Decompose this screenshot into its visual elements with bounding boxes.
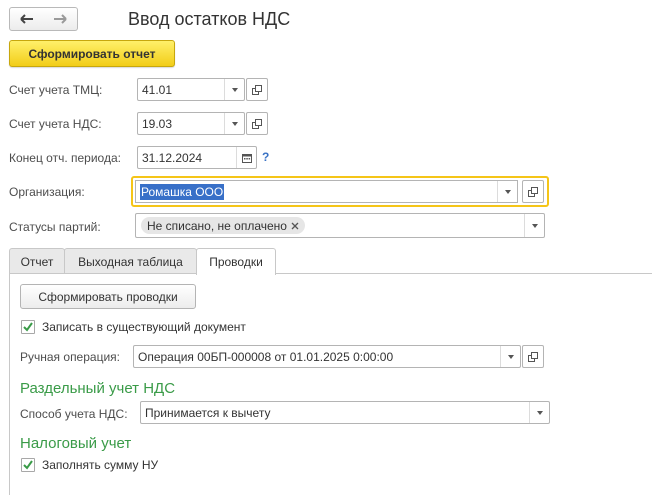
organization-label: Организация: bbox=[9, 185, 85, 199]
vat-account-label: Счет учета НДС: bbox=[9, 117, 102, 131]
period-end-value: 31.12.2024 bbox=[142, 151, 203, 165]
tab-output-table[interactable]: Выходная таблица bbox=[64, 248, 197, 274]
tmc-account-label: Счет учета ТМЦ: bbox=[9, 83, 103, 97]
chevron-down-icon bbox=[231, 87, 238, 92]
vat-account-value: 19.03 bbox=[142, 117, 173, 131]
arrow-right-icon bbox=[54, 14, 67, 24]
open-window-icon bbox=[528, 186, 538, 197]
write-existing-checkbox[interactable] bbox=[21, 320, 35, 334]
dropdown-button[interactable] bbox=[524, 214, 544, 237]
vat-account-field[interactable]: 19.03 bbox=[137, 112, 245, 135]
organization-field-focus[interactable]: Ромашка ООО bbox=[131, 176, 549, 207]
dropdown-button[interactable] bbox=[224, 113, 244, 134]
help-icon[interactable]: ? bbox=[262, 150, 269, 164]
back-button[interactable] bbox=[9, 7, 44, 31]
dropdown-button[interactable] bbox=[500, 346, 520, 367]
period-end-label: Конец отч. периода: bbox=[9, 151, 121, 165]
page-title: Ввод остатков НДС bbox=[128, 9, 291, 29]
period-end-field[interactable]: 31.12.2024 bbox=[137, 146, 257, 169]
open-window-icon bbox=[252, 84, 262, 95]
calendar-icon bbox=[241, 153, 252, 163]
chevron-down-icon bbox=[504, 189, 511, 194]
vat-method-label: Способ учета НДС: bbox=[20, 407, 128, 421]
party-statuses-field[interactable]: Не списано, не оплачено bbox=[135, 213, 545, 238]
dropdown-button[interactable] bbox=[497, 181, 517, 202]
checkmark-icon bbox=[23, 322, 33, 332]
dropdown-button[interactable] bbox=[529, 402, 549, 423]
open-window-icon bbox=[252, 118, 262, 129]
manual-operation-label: Ручная операция: bbox=[20, 350, 120, 364]
tab-postings[interactable]: Проводки bbox=[196, 248, 276, 275]
chevron-down-icon bbox=[531, 223, 538, 228]
checkmark-icon bbox=[23, 460, 33, 470]
organization-value: Ромашка ООО bbox=[140, 184, 225, 200]
manual-operation-field[interactable]: Операция 00БП-000008 от 01.01.2025 0:00:… bbox=[133, 345, 521, 368]
vat-method-field[interactable]: Принимается к вычету bbox=[140, 401, 550, 424]
manual-operation-value: Операция 00БП-000008 от 01.01.2025 0:00:… bbox=[138, 350, 394, 364]
tab-report[interactable]: Отчет bbox=[9, 248, 65, 274]
forward-button[interactable] bbox=[43, 7, 78, 31]
chevron-down-icon bbox=[536, 410, 543, 415]
fill-nu-checkbox[interactable] bbox=[21, 458, 35, 472]
generate-postings-button[interactable]: Сформировать проводки bbox=[20, 284, 196, 309]
close-icon[interactable] bbox=[291, 222, 299, 230]
dropdown-button[interactable] bbox=[224, 79, 244, 100]
chevron-down-icon bbox=[231, 121, 238, 126]
write-existing-label: Записать в существующий документ bbox=[42, 320, 246, 334]
chevron-down-icon bbox=[507, 354, 514, 359]
calendar-button[interactable] bbox=[236, 147, 256, 168]
status-tag-label: Не списано, не оплачено bbox=[147, 218, 287, 233]
vat-method-value: Принимается к вычету bbox=[145, 406, 271, 420]
fill-nu-label: Заполнять сумму НУ bbox=[42, 458, 159, 472]
arrow-left-icon bbox=[19, 14, 33, 24]
tmc-account-field[interactable]: 41.01 bbox=[137, 78, 245, 101]
open-button[interactable] bbox=[522, 180, 544, 203]
open-button[interactable] bbox=[246, 112, 268, 135]
open-window-icon bbox=[528, 351, 538, 362]
tmc-account-value: 41.01 bbox=[142, 83, 173, 97]
organization-field[interactable]: Ромашка ООО bbox=[135, 180, 518, 203]
separate-vat-section-title: Раздельный учет НДС bbox=[20, 380, 176, 397]
open-button[interactable] bbox=[522, 345, 544, 368]
generate-report-button[interactable]: Сформировать отчет bbox=[9, 40, 175, 67]
status-tag[interactable]: Не списано, не оплачено bbox=[141, 217, 305, 234]
tax-accounting-section-title: Налоговый учет bbox=[20, 435, 132, 452]
party-statuses-label: Статусы партий: bbox=[9, 220, 101, 234]
open-button[interactable] bbox=[246, 78, 268, 101]
